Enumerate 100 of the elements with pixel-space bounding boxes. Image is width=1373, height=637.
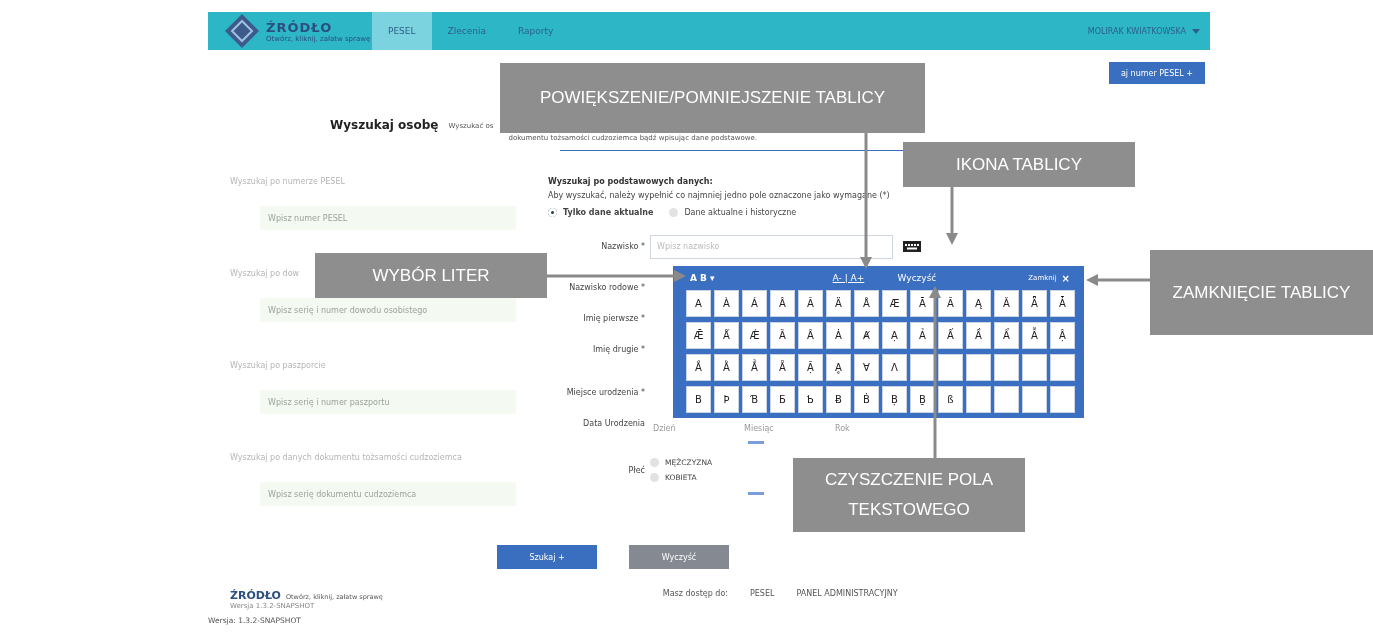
character-key[interactable]: Þ: [714, 386, 739, 413]
character-key[interactable]: Å: [854, 290, 879, 317]
blank-key[interactable]: [1050, 354, 1075, 381]
field-label: Nazwisko *: [600, 242, 646, 251]
alphabet-dropdown[interactable]: A B ▾: [690, 273, 715, 283]
blank-key[interactable]: [1022, 354, 1047, 381]
clear-link[interactable]: Wyczyść: [897, 273, 937, 283]
footer-link[interactable]: PANEL ADMINISTRACYJNY: [796, 589, 898, 610]
character-key[interactable]: Ⱥ: [854, 322, 879, 349]
character-key[interactable]: Ǽ: [742, 322, 767, 349]
blank-key[interactable]: [938, 354, 963, 381]
character-key[interactable]: Ȁ: [770, 322, 795, 349]
field-label: Płeć: [627, 465, 646, 475]
character-key[interactable]: Ǎ: [994, 290, 1019, 317]
character-key[interactable]: ß: [938, 386, 963, 413]
logo-icon: [224, 13, 260, 49]
character-key[interactable]: Ẳ: [742, 354, 767, 381]
blank-key[interactable]: [1022, 386, 1047, 413]
character-key[interactable]: Ạ: [882, 322, 907, 349]
character-key[interactable]: Ă: [938, 290, 963, 317]
blank-key[interactable]: [966, 386, 991, 413]
character-key[interactable]: Ǟ: [1022, 290, 1047, 317]
character-key[interactable]: Ắ: [686, 354, 711, 381]
field-label: Imię pierwsze *: [582, 314, 646, 323]
field-label: Miejsce urodzenia *: [565, 388, 646, 397]
field-label: Imię drugie *: [591, 345, 646, 354]
input-field[interactable]: Wpisz serię dokumentu cudzoziemca: [260, 482, 516, 506]
input-field[interactable]: Wpisz numer PESEL: [260, 206, 516, 230]
page-title: Wyszukaj osobę: [330, 118, 439, 132]
character-key[interactable]: Ẩ: [994, 322, 1019, 349]
callout-label: ZAMKNIĘCIE TABLICY: [1150, 250, 1373, 335]
radio-button[interactable]: [548, 208, 557, 217]
character-key[interactable]: A: [686, 290, 711, 317]
blank-key[interactable]: [1050, 386, 1075, 413]
character-key[interactable]: Ã: [798, 290, 823, 317]
date-part-field[interactable]: Rok: [832, 422, 918, 435]
character-key[interactable]: Ẵ: [770, 354, 795, 381]
footer-link[interactable]: PESEL: [750, 589, 775, 610]
character-key[interactable]: Ƀ: [826, 386, 851, 413]
character-key[interactable]: À: [714, 290, 739, 317]
access-label: Masz dostęp do:: [662, 589, 728, 600]
character-key[interactable]: Ǡ: [1050, 290, 1075, 317]
date-part-field[interactable]: Miesiąc: [741, 422, 827, 435]
keyboard-icon: [903, 241, 921, 252]
nav-tab[interactable]: PESEL: [372, 12, 432, 50]
radio-label: Tylko dane aktualne: [563, 208, 654, 217]
character-key[interactable]: Ȃ: [798, 322, 823, 349]
input-field[interactable]: Wpisz nazwisko: [650, 234, 893, 259]
radio-button[interactable]: [650, 458, 659, 467]
character-key[interactable]: Ǣ: [686, 322, 711, 349]
character-key[interactable]: Ậ: [1050, 322, 1075, 349]
character-key[interactable]: Ằ: [714, 354, 739, 381]
field-label: Data Urodzenia: [582, 419, 646, 428]
character-key[interactable]: Æ: [882, 290, 907, 317]
character-key[interactable]: Ä: [826, 290, 851, 317]
logo-text: ŹRÓDŁO: [266, 19, 334, 35]
blank-key[interactable]: [910, 354, 935, 381]
section-label: Wyszukaj po danych dokumentu tożsamości cudzoziemca: [230, 453, 462, 462]
callout-label: POWIĘKSZENIE/POMNIEJSZENIE TABLICY: [500, 63, 925, 133]
blank-key[interactable]: [966, 354, 991, 381]
field-label: Nazwisko rodowe *: [568, 283, 646, 292]
character-key[interactable]: Ẫ: [1022, 322, 1047, 349]
character-key[interactable]: Ấ: [938, 322, 963, 349]
input-field[interactable]: Wpisz serię i numer dowodu osobistego: [260, 298, 516, 322]
character-key[interactable]: Ǻ: [714, 322, 739, 349]
character-key[interactable]: Ą: [966, 290, 991, 317]
character-key[interactable]: Ặ: [798, 354, 823, 381]
character-key[interactable]: Ḅ: [882, 386, 907, 413]
blank-key[interactable]: [994, 354, 1019, 381]
character-key[interactable]: Ʌ: [882, 354, 907, 381]
character-key[interactable]: Ḁ: [826, 354, 851, 381]
callout-label: IKONA TABLICY: [903, 142, 1135, 187]
character-key[interactable]: Ầ: [966, 322, 991, 349]
character-key[interactable]: Ƃ: [770, 386, 795, 413]
section-label: Wyszukaj po numerze PESEL: [230, 177, 345, 186]
character-key[interactable]: Ƅ: [798, 386, 823, 413]
callout-label: CZYSZCZENIE POLA TEKSTOWEGO: [793, 458, 1025, 532]
date-part-field[interactable]: Dzień: [650, 422, 736, 435]
character-key[interactable]: B: [686, 386, 711, 413]
footer-logo-text: ŹRÓDŁO: [230, 589, 281, 602]
section-label: Wyszukaj po dow: [230, 269, 300, 278]
character-key[interactable]: Ả: [910, 322, 935, 349]
radio-button[interactable]: [650, 473, 659, 482]
section-label: Wyszukaj po paszporcie: [230, 361, 326, 370]
caret-icon: [1192, 28, 1200, 34]
zoom-link[interactable]: A- | A+: [832, 273, 898, 283]
blank-key[interactable]: [994, 386, 1019, 413]
radio-label: Dane aktualne i historyczne: [684, 208, 797, 217]
character-key[interactable]: Ḃ: [854, 386, 879, 413]
section-heading: Wyszukaj po podstawowych danych:: [548, 177, 714, 186]
character-key[interactable]: Â: [770, 290, 795, 317]
character-key[interactable]: Ḇ: [910, 386, 935, 413]
search-button[interactable]: Szukaj +: [497, 545, 597, 569]
character-key[interactable]: Á: [742, 290, 767, 317]
character-key[interactable]: Ȧ: [826, 322, 851, 349]
character-key[interactable]: Ɐ: [854, 354, 879, 381]
search-by-pesel-button[interactable]: aj numer PESEL +: [1108, 62, 1205, 84]
input-field[interactable]: Wpisz serię i numer paszportu: [260, 390, 516, 414]
radio-button[interactable]: [669, 208, 679, 217]
character-key[interactable]: Ɓ: [742, 386, 767, 413]
